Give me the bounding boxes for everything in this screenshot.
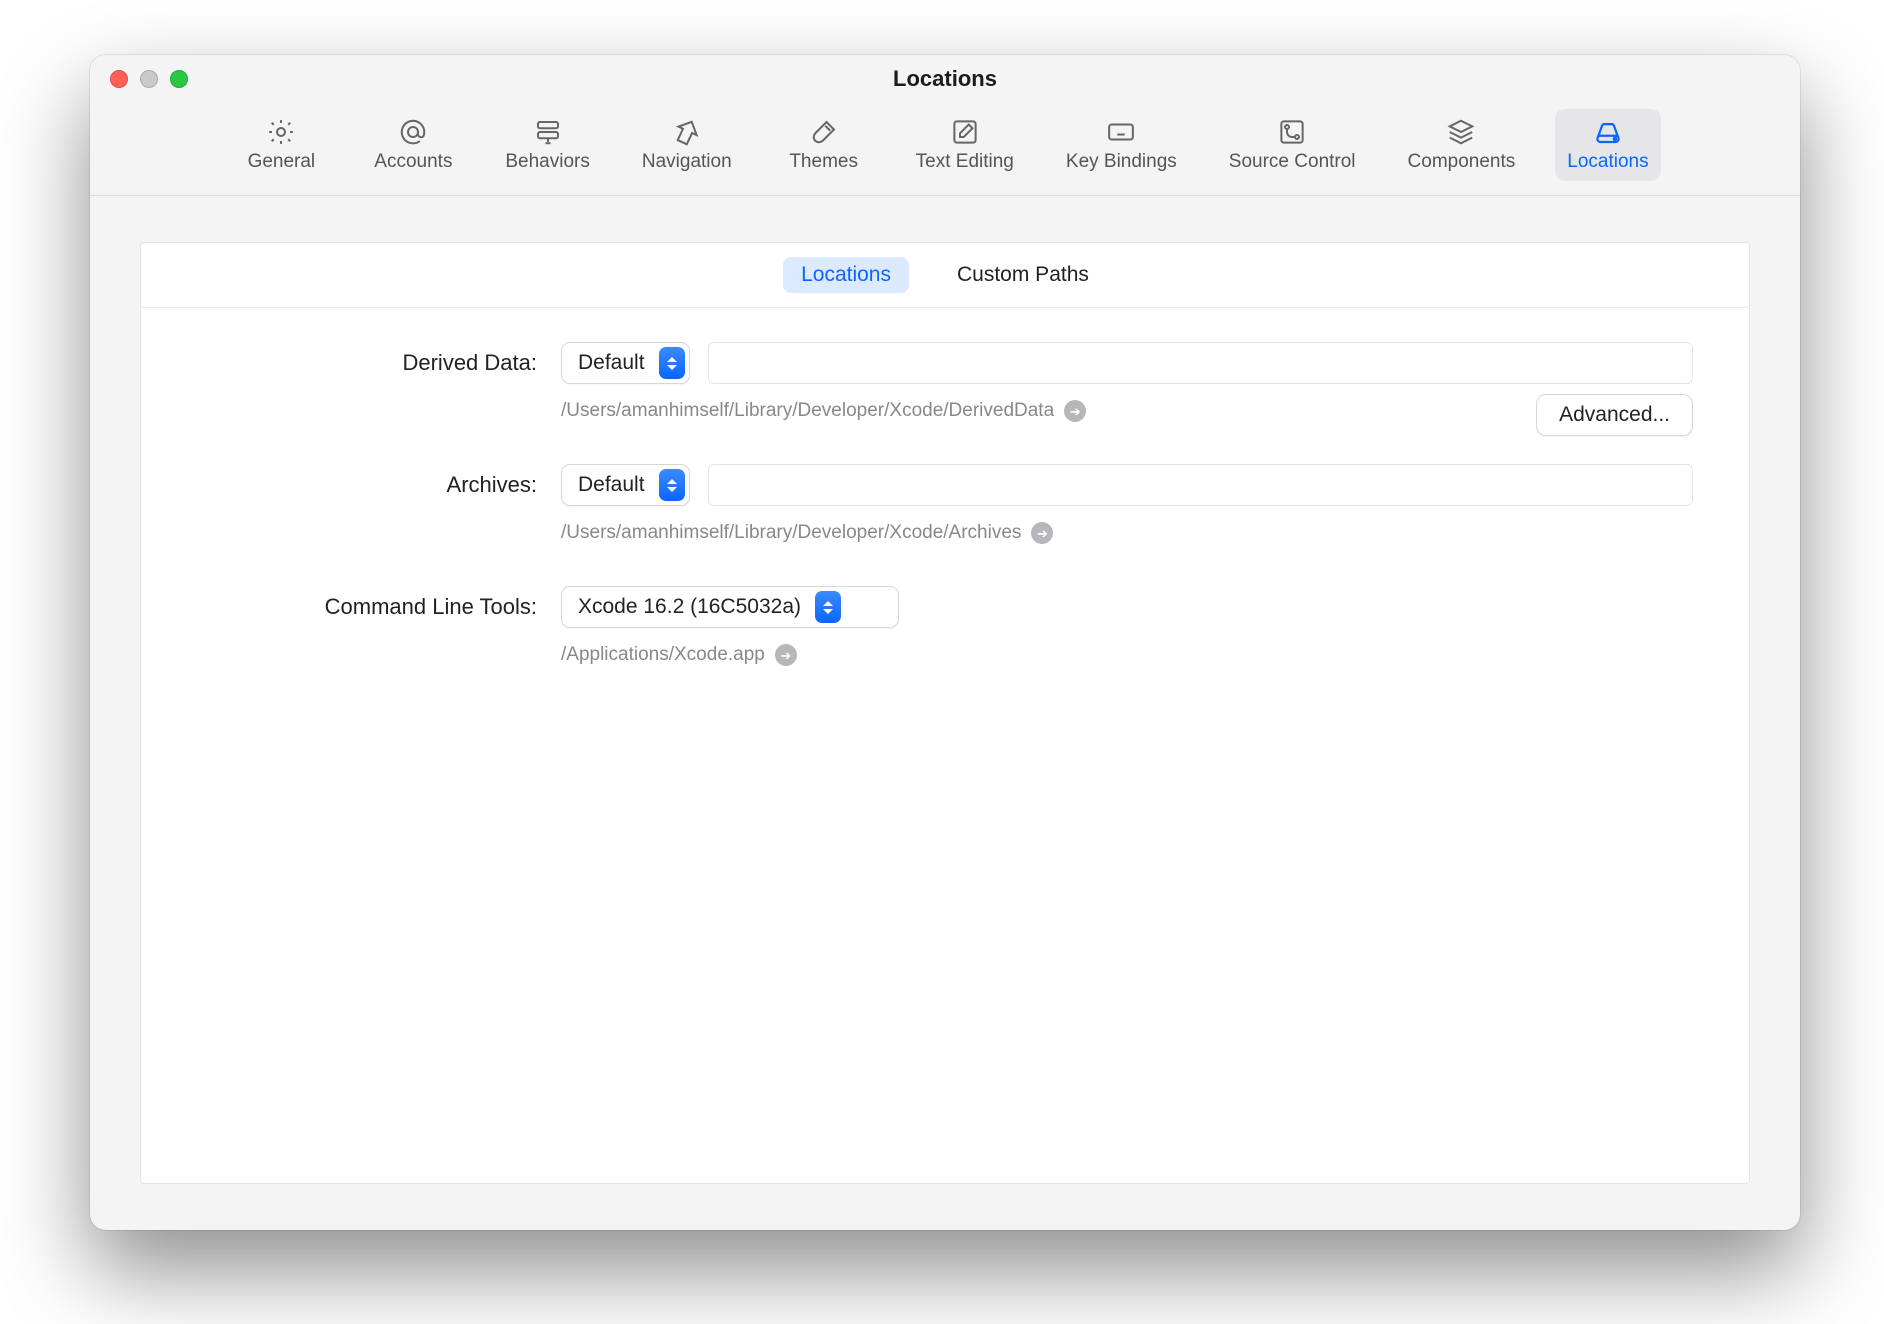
zoom-window-button[interactable] — [170, 70, 188, 88]
at-sign-icon — [396, 115, 430, 149]
tab-source-control[interactable]: Source Control — [1217, 109, 1368, 181]
derived-data-popup[interactable]: Default — [561, 342, 690, 384]
updown-icon — [815, 591, 841, 623]
tab-locations[interactable]: Locations — [1555, 109, 1660, 181]
updown-icon — [659, 469, 685, 501]
behaviors-icon — [531, 115, 565, 149]
updown-icon — [659, 347, 685, 379]
row-archives: Archives: Default /Users/amanhimself/L — [197, 464, 1693, 544]
tab-key-bindings[interactable]: Key Bindings — [1054, 109, 1189, 181]
disk-icon — [1591, 115, 1625, 149]
paintbrush-icon — [807, 115, 841, 149]
minimize-window-button[interactable] — [140, 70, 158, 88]
archives-path-text: /Users/amanhimself/Library/Developer/Xco… — [561, 522, 1021, 544]
preferences-window: Locations General Accounts Behaviors — [90, 55, 1800, 1230]
layers-icon — [1444, 115, 1478, 149]
archives-label: Archives: — [197, 464, 537, 498]
arrow-right-circle-icon[interactable] — [1031, 522, 1053, 544]
tab-text-editing[interactable]: Text Editing — [904, 109, 1026, 181]
row-command-line-tools: Command Line Tools: Xcode 16.2 (16C5032a… — [197, 586, 1693, 666]
clt-path-text: /Applications/Xcode.app — [561, 644, 765, 666]
keyboard-icon — [1104, 115, 1138, 149]
derived-data-path-field[interactable] — [708, 342, 1693, 384]
subtab-locations[interactable]: Locations — [783, 257, 909, 293]
tab-general[interactable]: General — [229, 109, 333, 181]
clt-label: Command Line Tools: — [197, 586, 537, 620]
edit-icon — [948, 115, 982, 149]
advanced-button[interactable]: Advanced... — [1536, 394, 1693, 436]
row-derived-data: Derived Data: Default /Users/amanhimse — [197, 342, 1693, 422]
clt-popup[interactable]: Xcode 16.2 (16C5032a) — [561, 586, 899, 628]
subtab-bar: Locations Custom Paths — [141, 243, 1749, 308]
close-window-button[interactable] — [110, 70, 128, 88]
derived-data-label: Derived Data: — [197, 342, 537, 376]
arrow-right-circle-icon[interactable] — [775, 644, 797, 666]
arrow-right-circle-icon[interactable] — [1064, 400, 1086, 422]
tab-accounts[interactable]: Accounts — [361, 109, 465, 181]
tab-components[interactable]: Components — [1396, 109, 1528, 181]
archives-popup[interactable]: Default — [561, 464, 690, 506]
preferences-toolbar: General Accounts Behaviors Navigation — [90, 103, 1800, 196]
archives-path-field[interactable] — [708, 464, 1693, 506]
tab-behaviors[interactable]: Behaviors — [493, 109, 602, 181]
tab-themes[interactable]: Themes — [772, 109, 876, 181]
derived-data-path-text: /Users/amanhimself/Library/Developer/Xco… — [561, 400, 1054, 422]
tab-navigation[interactable]: Navigation — [630, 109, 744, 181]
window-title: Locations — [893, 66, 997, 92]
source-control-icon — [1275, 115, 1309, 149]
traffic-lights — [110, 70, 188, 88]
subtab-custom-paths[interactable]: Custom Paths — [939, 257, 1107, 293]
gear-icon — [264, 115, 298, 149]
navigation-icon — [670, 115, 704, 149]
locations-panel: Locations Custom Paths Derived Data: Def… — [140, 242, 1750, 1184]
titlebar: Locations — [90, 55, 1800, 103]
